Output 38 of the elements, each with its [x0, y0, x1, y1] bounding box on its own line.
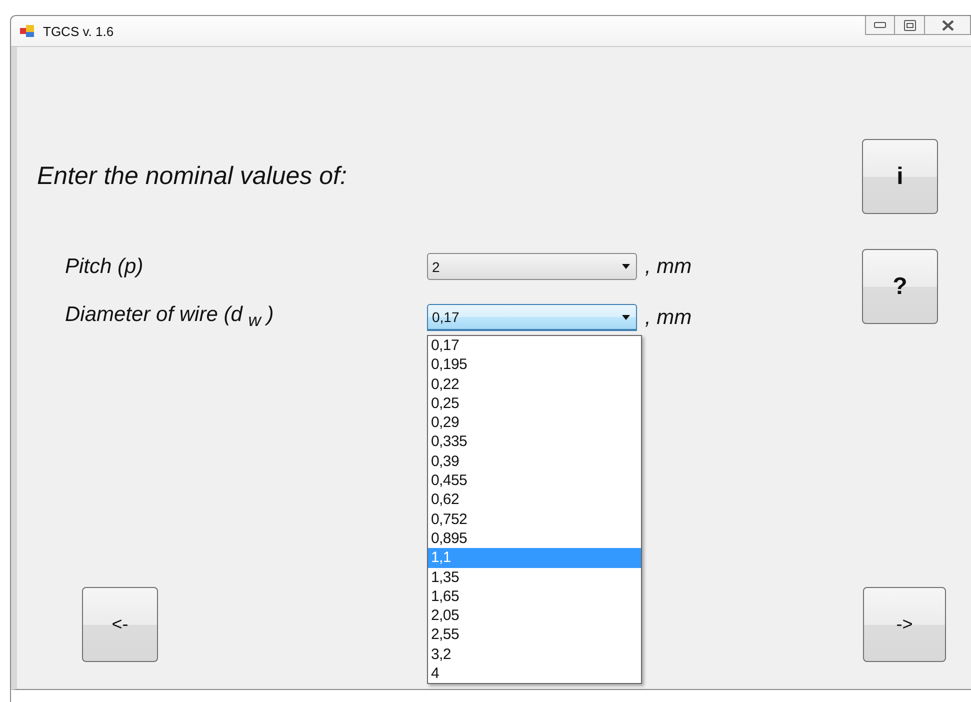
back-button[interactable]: <- — [82, 587, 158, 662]
dropdown-option[interactable]: 0,455 — [428, 471, 641, 490]
dropdown-option[interactable]: 0,752 — [428, 510, 641, 529]
info-button[interactable]: i — [862, 139, 938, 214]
close-button[interactable] — [925, 16, 971, 35]
heading: Enter the nominal values of: — [37, 162, 347, 191]
dropdown-option[interactable]: 1,35 — [428, 568, 641, 587]
next-button[interactable]: -> — [863, 587, 946, 662]
dropdown-option[interactable]: 0,25 — [428, 394, 641, 414]
caret-icon — [622, 314, 630, 320]
dropdown-option[interactable]: 2,05 — [428, 606, 641, 626]
dropdown-option[interactable]: 2,55 — [428, 625, 641, 645]
help-button[interactable]: ? — [862, 249, 938, 324]
field-label: Pitch (p) — [65, 254, 144, 278]
dropdown-field[interactable]: 2 — [427, 253, 637, 280]
dropdown-option[interactable]: 1,65 — [428, 586, 641, 606]
dropdown-option[interactable]: 0,17 — [428, 336, 641, 356]
dropdown-option[interactable]: 0,29 — [428, 413, 641, 432]
dropdown-option[interactable]: 0,22 — [428, 374, 641, 394]
app-icon — [19, 23, 35, 39]
window-title: TGCS v. 1.6 — [43, 24, 114, 38]
dropdown-option[interactable]: 3,2 — [428, 644, 641, 664]
dropdown-option[interactable]: 4 — [428, 664, 641, 684]
dropdown-option[interactable]: 0,895 — [428, 528, 641, 548]
caret-icon — [622, 264, 630, 269]
dropdown-option[interactable]: 0,335 — [428, 432, 641, 452]
dropdown-option[interactable]: 0,39 — [428, 452, 641, 472]
close-icon — [940, 20, 954, 30]
maximize-icon — [904, 20, 916, 30]
minimize-icon — [874, 22, 886, 28]
minimize-button[interactable] — [865, 16, 895, 35]
dropdown-field[interactable]: 0,17 — [427, 304, 637, 331]
unit-label: , mm — [645, 306, 692, 330]
field-label: Diameter of wire (d $_{w}$ ) — [65, 303, 275, 332]
dropdown-option[interactable]: 0,195 — [428, 355, 641, 375]
maximize-button[interactable] — [895, 16, 925, 35]
unit-label: , mm — [645, 254, 692, 278]
dropdown-option[interactable]: 0,62 — [428, 490, 641, 510]
